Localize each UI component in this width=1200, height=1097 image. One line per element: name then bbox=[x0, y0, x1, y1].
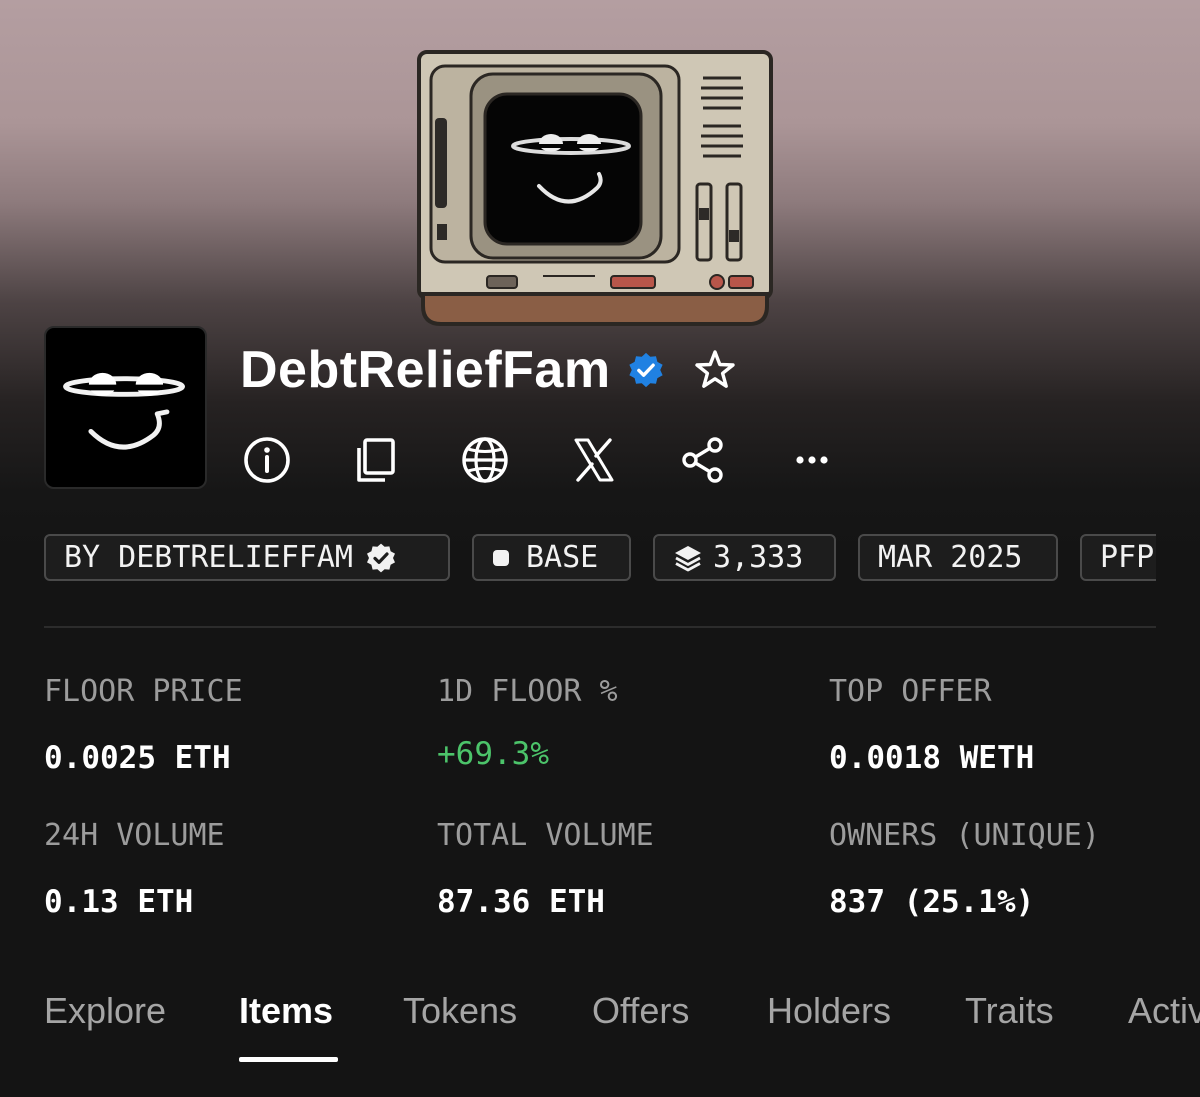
floor-change-label: 1D FLOOR % bbox=[437, 674, 618, 709]
smiley-logo-icon bbox=[63, 372, 186, 450]
top-offer-label: TOP OFFER bbox=[829, 674, 992, 709]
tab-tokens[interactable]: Tokens bbox=[403, 990, 517, 1032]
verified-badge-icon bbox=[628, 352, 663, 388]
floor-price-label: FLOOR PRICE bbox=[44, 674, 243, 709]
supply-pill[interactable]: 3,333 bbox=[653, 534, 836, 581]
collection-avatar bbox=[44, 326, 207, 489]
base-chain-icon bbox=[493, 549, 509, 566]
total-volume-label: TOTAL VOLUME bbox=[437, 818, 654, 853]
total-volume-value: 87.36 ETH bbox=[437, 884, 605, 920]
collection-tags: BY DEBTRELIEFFAM BASE 3,333 MAR 2025 PFP bbox=[44, 534, 1156, 582]
x-icon bbox=[574, 438, 614, 482]
more-options-button[interactable] bbox=[788, 436, 836, 484]
chain-label: BASE bbox=[526, 540, 599, 575]
tab-activity[interactable]: Activity bbox=[1128, 990, 1200, 1032]
creator-label: BY DEBTRELIEFFAM bbox=[64, 540, 353, 575]
category-label: PFP bbox=[1100, 540, 1155, 575]
floor-price-value: 0.0025 ETH bbox=[44, 740, 231, 776]
info-button[interactable] bbox=[243, 436, 291, 484]
copy-icon bbox=[357, 438, 395, 482]
owners-label: OWNERS (UNIQUE) bbox=[829, 818, 1100, 853]
top-offer-value: 0.0018 WETH bbox=[829, 740, 1035, 776]
website-button[interactable] bbox=[461, 436, 509, 484]
active-tab-indicator bbox=[239, 1057, 338, 1062]
share-button[interactable] bbox=[679, 436, 727, 484]
x-profile-button[interactable] bbox=[570, 436, 618, 484]
globe-icon bbox=[462, 437, 508, 483]
creator-pill[interactable]: BY DEBTRELIEFFAM bbox=[44, 534, 450, 581]
favorite-star-icon[interactable] bbox=[693, 348, 737, 392]
tab-traits[interactable]: Traits bbox=[965, 990, 1054, 1032]
more-icon bbox=[796, 456, 828, 464]
creator-verified-icon bbox=[366, 543, 395, 572]
category-pill[interactable]: PFP bbox=[1080, 534, 1156, 581]
share-icon bbox=[682, 437, 723, 483]
tab-explore[interactable]: Explore bbox=[44, 990, 166, 1032]
floor-change-value: +69.3% bbox=[437, 736, 549, 772]
tab-offers[interactable]: Offers bbox=[592, 990, 689, 1032]
tab-items[interactable]: Items bbox=[239, 990, 333, 1032]
copy-button[interactable] bbox=[352, 436, 400, 484]
tv-banner-illustration bbox=[417, 50, 773, 326]
volume-24h-value: 0.13 ETH bbox=[44, 884, 194, 920]
volume-24h-label: 24H VOLUME bbox=[44, 818, 225, 853]
owners-value: 837 (25.1%) bbox=[829, 884, 1035, 920]
collection-header: DebtReliefFam bbox=[240, 340, 737, 400]
date-pill[interactable]: MAR 2025 bbox=[858, 534, 1058, 581]
info-icon bbox=[244, 437, 290, 483]
section-divider bbox=[44, 626, 1156, 628]
layers-icon bbox=[675, 545, 701, 571]
chain-pill[interactable]: BASE bbox=[472, 534, 631, 581]
collection-name: DebtReliefFam bbox=[240, 341, 611, 399]
date-label: MAR 2025 bbox=[878, 540, 1023, 575]
tab-holders[interactable]: Holders bbox=[767, 990, 891, 1032]
supply-label: 3,333 bbox=[713, 540, 804, 575]
